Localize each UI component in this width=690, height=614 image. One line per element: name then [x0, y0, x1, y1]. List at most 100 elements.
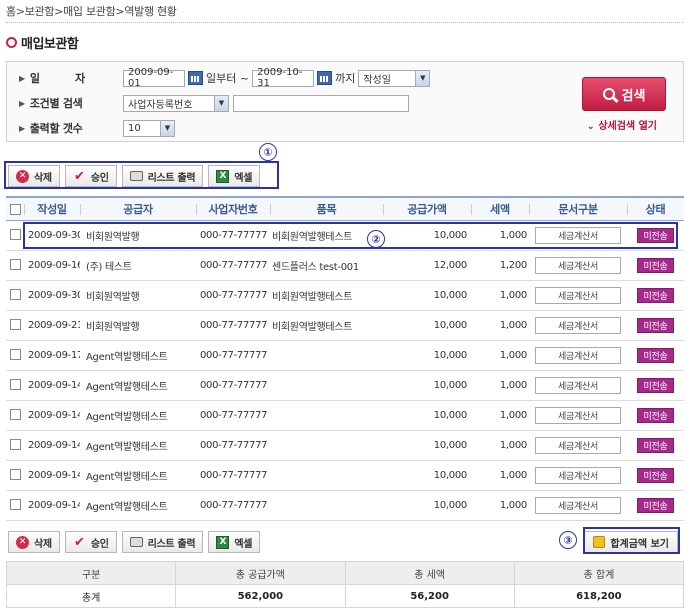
- status-badge: 미전송: [636, 467, 675, 483]
- row-checkbox[interactable]: [9, 229, 21, 241]
- row-doc-type[interactable]: 세금계산서: [535, 316, 621, 334]
- row-tax: 1,000: [499, 349, 527, 361]
- row-supplier[interactable]: Agent역발행테스트: [80, 400, 196, 430]
- row-doc-type[interactable]: 세금계산서: [535, 286, 621, 304]
- summary-header: 총 합계: [513, 561, 685, 585]
- print-list-button[interactable]: 리스트 출력: [121, 531, 204, 553]
- row-amount: 10,000: [433, 469, 468, 481]
- row-doc-type[interactable]: 세금계산서: [535, 406, 621, 424]
- search-button-label: 검색: [621, 88, 646, 104]
- row-supplier[interactable]: Agent역발행테스트: [80, 490, 196, 520]
- row-supplier[interactable]: Agent역발행테스트: [80, 460, 196, 490]
- count-select[interactable]: 10 ▼: [123, 119, 175, 137]
- table-row[interactable]: 2009-09-14 Agent역발행테스트 000-77-77777 10,000 1…: [6, 490, 684, 520]
- select-all-checkbox[interactable]: [9, 203, 21, 215]
- status-badge: 미전송: [636, 257, 675, 273]
- calendar-icon[interactable]: [188, 71, 203, 85]
- row-tax: 1,000: [499, 469, 527, 481]
- delete-button[interactable]: ✕ 삭제: [8, 531, 60, 553]
- column-header: 공급가액: [383, 197, 471, 220]
- row-bizno: 000-77-77777: [200, 379, 268, 391]
- row-supplier[interactable]: Agent역발행테스트: [80, 340, 196, 370]
- row-date: 2009-09-30: [28, 289, 80, 301]
- row-bizno: 000-77-77777: [200, 349, 268, 361]
- table-row[interactable]: 2009-09-17 Agent역발행테스트 000-77-77777 10,000 1…: [6, 340, 684, 370]
- status-badge: 미전송: [636, 407, 675, 423]
- row-checkbox[interactable]: [9, 319, 21, 331]
- row-item: [270, 460, 383, 490]
- title-ring-icon: [6, 37, 17, 48]
- row-bizno: 000-77-77777: [200, 439, 268, 451]
- callout-box-1: [4, 161, 279, 189]
- table-row[interactable]: 2009-09-14 Agent역발행테스트 000-77-77777 10,000 1…: [6, 400, 684, 430]
- table-row[interactable]: 2009-09-14 Agent역발행테스트 000-77-77777 10,000 1…: [6, 460, 684, 490]
- column-header: 품목: [270, 197, 383, 220]
- row-checkbox[interactable]: [9, 409, 21, 421]
- row-supplier[interactable]: Agent역발행테스트: [80, 430, 196, 460]
- row-checkbox[interactable]: [9, 379, 21, 391]
- row-bizno: 000-77-77777: [200, 259, 268, 271]
- row-checkbox[interactable]: [9, 499, 21, 511]
- row-date: 2009-09-21: [28, 319, 80, 331]
- row-doc-type[interactable]: 세금계산서: [535, 376, 621, 394]
- approve-button[interactable]: ✔ 승인: [64, 531, 117, 553]
- row-doc-type[interactable]: 세금계산서: [535, 256, 621, 274]
- row-tax: 1,000: [499, 499, 527, 511]
- column-header: 공급자: [80, 197, 196, 220]
- condition-select[interactable]: 사업자등록번호 ▼: [123, 94, 229, 112]
- row-item: [270, 430, 383, 460]
- table-row[interactable]: 2009-09-16 (주) 테스트 000-77-77777 센드플러스 test-…: [6, 250, 684, 280]
- bullet-arrow-icon: ▶: [19, 73, 25, 83]
- date-label: 일 자: [29, 72, 85, 85]
- row-amount: 10,000: [433, 439, 468, 451]
- chevron-down-icon: ⌄: [586, 121, 599, 132]
- row-supplier[interactable]: (주) 테스트: [80, 250, 196, 280]
- row-date: 2009-09-14: [28, 439, 80, 451]
- date-from-input[interactable]: 2009-09-01: [123, 67, 185, 89]
- row-checkbox[interactable]: [9, 289, 21, 301]
- row-date: 2009-09-17: [28, 349, 80, 361]
- row-supplier[interactable]: Agent역발행테스트: [80, 370, 196, 400]
- row-doc-type[interactable]: 세금계산서: [535, 496, 621, 514]
- page-title: 매입보관함: [6, 33, 79, 52]
- callout-number-2: ②: [367, 230, 385, 248]
- delete-icon: ✕: [16, 535, 29, 549]
- excel-label: 엑셀: [234, 538, 253, 550]
- chevron-down-icon: ▼: [214, 95, 228, 111]
- row-item: 비회원역발행테스트: [272, 321, 353, 333]
- summary-label: 총계: [5, 584, 177, 608]
- row-amount: 10,000: [433, 379, 468, 391]
- search-button[interactable]: 검색: [582, 77, 666, 111]
- condition-input[interactable]: [233, 94, 409, 112]
- date-type-select[interactable]: 작성일 ▼: [358, 69, 431, 87]
- excel-icon: X: [216, 535, 230, 549]
- row-tax: 1,000: [499, 409, 527, 421]
- column-header: 상태: [627, 197, 684, 220]
- table-row[interactable]: 2009-09-21 비회원역발행 000-77-77777 비회원역발행테스트 10,…: [6, 310, 684, 340]
- row-date: 2009-09-14: [28, 499, 80, 511]
- row-amount: 12,000: [433, 259, 468, 271]
- table-row[interactable]: 2009-09-14 Agent역발행테스트 000-77-77777 10,000 1…: [6, 370, 684, 400]
- table-row[interactable]: 2009-09-14 Agent역발행테스트 000-77-77777 10,000 1…: [6, 430, 684, 460]
- row-supplier[interactable]: 비회원역발행: [80, 310, 196, 340]
- detail-search-link[interactable]: ⌄ 상세검색 열기: [586, 117, 657, 132]
- total-tax: 56,200: [344, 584, 515, 608]
- row-doc-type[interactable]: 세금계산서: [535, 466, 621, 484]
- row-checkbox[interactable]: [9, 349, 21, 361]
- summary-header: 총 세액: [344, 561, 515, 585]
- row-supplier[interactable]: 비회원역발행: [80, 280, 196, 310]
- callout-box-2: [23, 222, 678, 249]
- count-label: 출력할 갯수: [29, 122, 83, 135]
- approve-label: 승인: [90, 538, 109, 550]
- row-checkbox[interactable]: [9, 439, 21, 451]
- row-doc-type[interactable]: 세금계산서: [535, 346, 621, 364]
- calendar-icon[interactable]: [317, 71, 333, 85]
- excel-button[interactable]: X 엑셀: [208, 531, 261, 553]
- row-checkbox[interactable]: [9, 469, 21, 481]
- row-checkbox[interactable]: [9, 259, 21, 271]
- date-to-input[interactable]: 2009-10-31: [252, 67, 315, 89]
- row-bizno: 000-77-77777: [200, 289, 268, 301]
- row-doc-type[interactable]: 세금계산서: [535, 436, 621, 454]
- table-row[interactable]: 2009-09-30 비회원역발행 000-77-77777 비회원역발행테스트 10,…: [6, 280, 684, 310]
- date-type-value: 작성일: [363, 74, 391, 86]
